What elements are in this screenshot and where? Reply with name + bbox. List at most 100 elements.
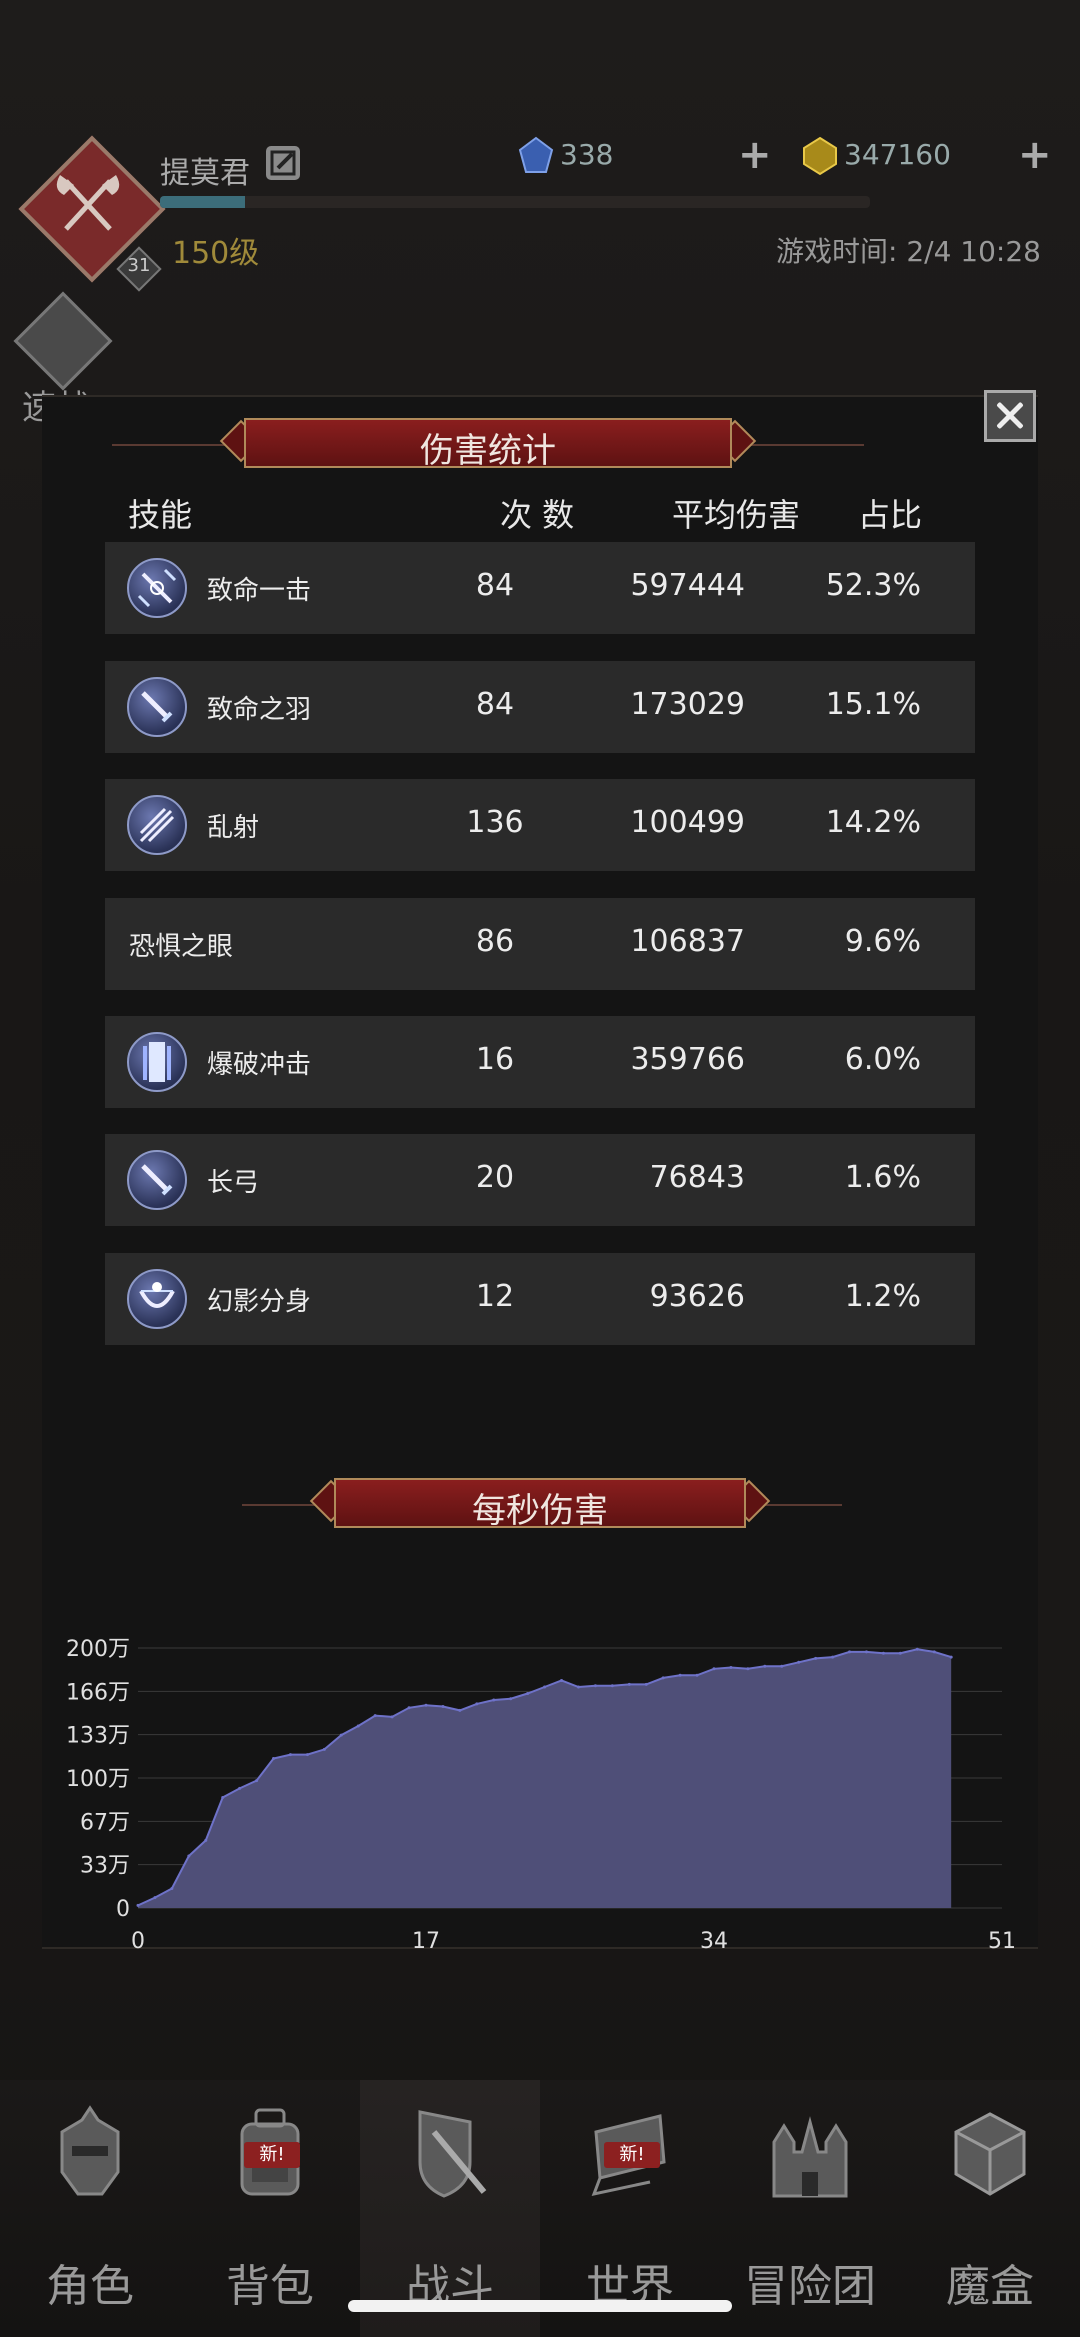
- nav-world[interactable]: 新! 世界: [540, 2080, 720, 2337]
- nav-character[interactable]: 角色: [0, 2080, 180, 2337]
- column-header-share: 占比: [858, 496, 923, 534]
- dps-point: [136, 1903, 140, 1907]
- dps-point: [560, 1679, 564, 1682]
- dps-point: [373, 1714, 377, 1718]
- dps-point: [526, 1692, 530, 1695]
- skill-share: 52.3%: [825, 568, 921, 603]
- add-gold-button[interactable]: +: [1018, 132, 1052, 178]
- arrow-volley-icon: [127, 795, 187, 855]
- nav-adventure-team[interactable]: 冒险团: [720, 2080, 900, 2337]
- player-name: 提莫君: [160, 156, 250, 191]
- skill-name: 致命一击: [207, 576, 312, 606]
- player-avatar[interactable]: 31: [18, 135, 166, 292]
- dps-point: [915, 1647, 919, 1651]
- dps-point: [797, 1660, 801, 1664]
- light-pillar-icon: [127, 1032, 187, 1092]
- dps-point: [543, 1685, 547, 1689]
- game-time: 游戏时间: 2/4 10:28: [776, 235, 1041, 268]
- new-badge: 新!: [604, 2142, 660, 2168]
- table-row[interactable]: 致命一击 84 597444 52.3%: [105, 542, 975, 634]
- skill-avg-damage: 173029: [630, 687, 745, 722]
- experience-bar: [160, 196, 870, 208]
- skill-avg-damage: 93626: [649, 1279, 745, 1314]
- nav-magic-box[interactable]: 魔盒: [900, 2080, 1080, 2337]
- quick-battle-icon: [13, 291, 113, 391]
- dps-point: [644, 1682, 648, 1686]
- dps-point: [204, 1838, 208, 1842]
- add-diamond-button[interactable]: +: [738, 132, 772, 178]
- crossed-axes-icon: [56, 175, 120, 231]
- dps-point: [305, 1753, 309, 1757]
- close-button[interactable]: [984, 390, 1036, 442]
- nav-backpack[interactable]: 新! 背包: [180, 2080, 360, 2337]
- dps-point: [712, 1667, 716, 1671]
- nav-battle[interactable]: 战斗: [360, 2080, 540, 2337]
- table-row[interactable]: 致命之羽 84 173029 15.1%: [105, 661, 975, 753]
- nav-label-magic-box: 魔盒: [946, 2261, 1034, 2312]
- dps-point: [763, 1664, 767, 1668]
- skill-avg-damage: 100499: [630, 805, 745, 840]
- dps-point: [492, 1698, 496, 1702]
- dps-point: [441, 1705, 445, 1708]
- home-indicator[interactable]: [348, 2300, 732, 2312]
- damage-stats-banner: 伤害统计: [112, 418, 864, 472]
- x-tick-label: 17: [412, 1929, 440, 1954]
- dps-point: [272, 1757, 276, 1760]
- dps-point: [255, 1779, 259, 1783]
- dps-point: [390, 1715, 394, 1719]
- dps-point: [780, 1664, 784, 1668]
- sword-icon: [127, 677, 187, 737]
- skill-name: 乱射: [207, 813, 260, 843]
- sword-burst-icon: [127, 558, 187, 618]
- dps-point: [746, 1667, 750, 1671]
- dps-point: [814, 1656, 818, 1660]
- dps-point: [610, 1684, 614, 1688]
- y-tick-label: 166万: [66, 1680, 130, 1705]
- edit-icon[interactable]: [266, 146, 300, 180]
- dps-banner: 每秒伤害: [242, 1478, 842, 1532]
- table-row[interactable]: 恐惧之眼 86 106837 9.6%: [105, 898, 975, 990]
- skill-name: 长弓: [207, 1168, 260, 1198]
- y-tick-label: 67万: [80, 1810, 130, 1835]
- x-tick-label: 0: [131, 1929, 145, 1954]
- dps-point: [356, 1724, 360, 1728]
- y-tick-label: 0: [116, 1897, 130, 1922]
- skill-share: 1.6%: [844, 1160, 921, 1195]
- dps-point: [339, 1733, 343, 1737]
- column-header-avg-damage: 平均伤害: [672, 496, 801, 534]
- skill-name: 幻影分身: [207, 1287, 312, 1317]
- dps-point: [288, 1753, 292, 1757]
- dps-point: [729, 1666, 733, 1669]
- dps-point: [509, 1697, 513, 1701]
- gold-value: 347160: [844, 138, 951, 171]
- dps-point: [932, 1650, 936, 1654]
- magic-cube-icon: [954, 2112, 1026, 2196]
- table-row[interactable]: 长弓 20 76843 1.6%: [105, 1134, 975, 1226]
- dps-point: [153, 1896, 157, 1900]
- gold-counter: 347160 +: [800, 132, 1060, 182]
- dps-chart: 0 33万 67万 100万 133万 166万 200万 0 17 34 51: [42, 1620, 1038, 1960]
- skill-share: 15.1%: [825, 687, 921, 722]
- table-row[interactable]: 幻影分身 12 93626 1.2%: [105, 1253, 975, 1345]
- table-row[interactable]: 乱射 136 100499 14.2%: [105, 779, 975, 871]
- player-level: 150级: [172, 236, 260, 271]
- dps-point: [424, 1703, 428, 1707]
- skill-avg-damage: 106837: [630, 924, 745, 959]
- skill-avg-damage: 359766: [630, 1042, 745, 1077]
- dps-chart-svg: 0 33万 67万 100万 133万 166万 200万 0 17 34 51: [66, 1637, 1016, 1954]
- x-tick-label: 34: [700, 1929, 728, 1954]
- dps-point: [322, 1747, 326, 1751]
- diamond-value: 338: [560, 138, 614, 171]
- bow-icon: [127, 1269, 187, 1329]
- dps-point: [864, 1650, 868, 1654]
- dps-point: [407, 1706, 411, 1710]
- gold-gem-icon: [803, 136, 837, 176]
- shield-sword-icon: [418, 2110, 487, 2198]
- y-tick-label: 100万: [66, 1767, 130, 1792]
- skill-name: 致命之羽: [207, 695, 312, 725]
- dps-point: [187, 1854, 191, 1858]
- table-row[interactable]: 爆破冲击 16 359766 6.0%: [105, 1016, 975, 1108]
- skill-share: 9.6%: [844, 924, 921, 959]
- knight-helmet-icon: [60, 2105, 120, 2196]
- dps-point: [881, 1651, 885, 1655]
